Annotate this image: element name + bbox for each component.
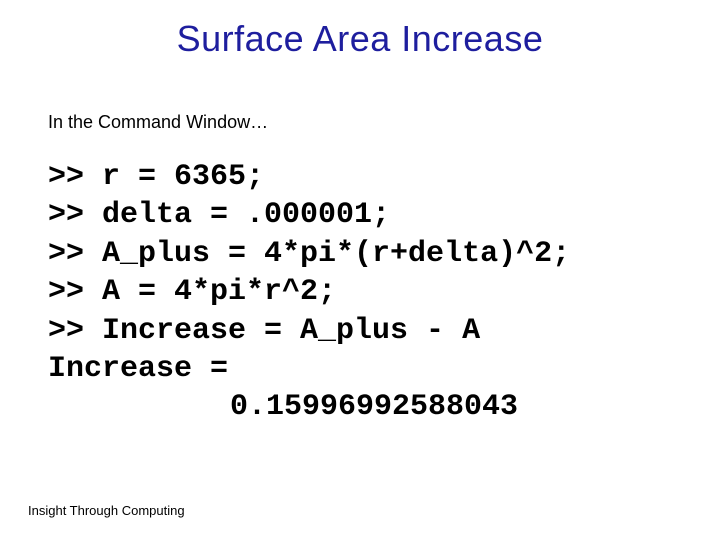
code-line: >> Increase = A_plus - A <box>48 314 480 348</box>
slide-subtitle: In the Command Window… <box>48 112 268 133</box>
code-result: 0.15996992588043 <box>48 390 518 424</box>
code-line: >> A = 4*pi*r^2; <box>48 275 336 309</box>
slide-footer: Insight Through Computing <box>28 503 185 518</box>
code-line: >> r = 6365; <box>48 160 264 194</box>
code-block: >> r = 6365; >> delta = .000001; >> A_pl… <box>48 158 570 427</box>
slide-title: Surface Area Increase <box>0 18 720 60</box>
slide: Surface Area Increase In the Command Win… <box>0 0 720 540</box>
code-line: >> A_plus = 4*pi*(r+delta)^2; <box>48 237 570 271</box>
code-line: >> delta = .000001; <box>48 198 390 232</box>
code-line: Increase = <box>48 352 228 386</box>
